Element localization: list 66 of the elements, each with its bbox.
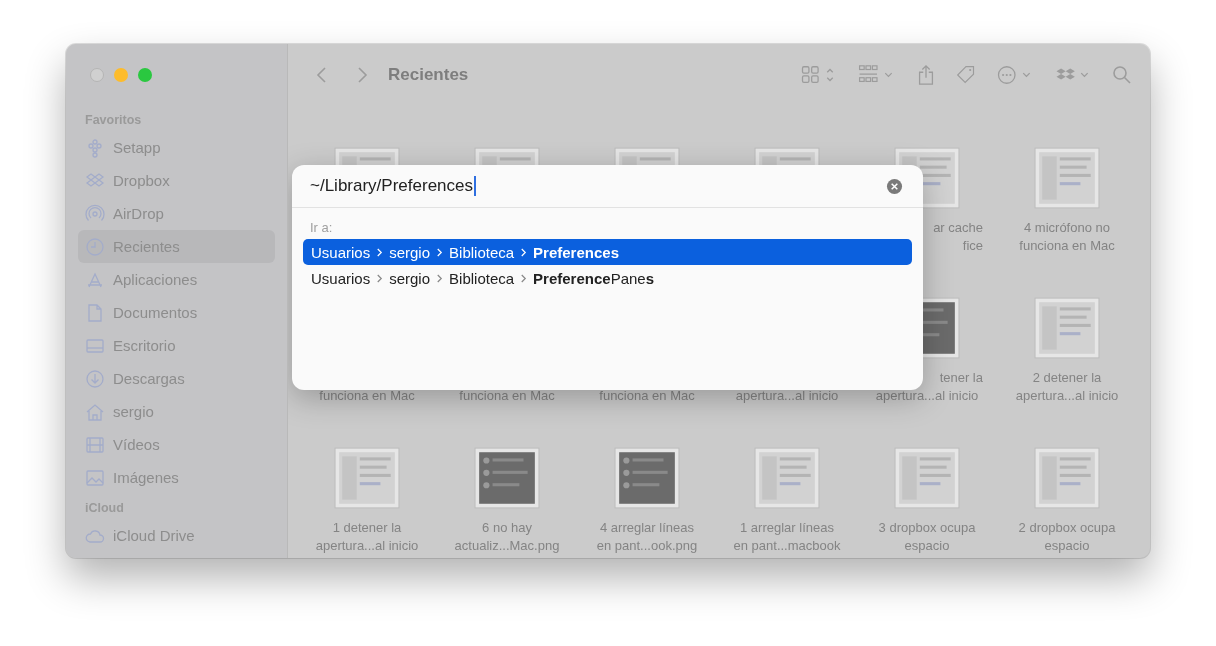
file-name: funciona en Mac (459, 387, 555, 405)
chevron-icon (436, 246, 444, 258)
file-name: funciona en Mac (599, 387, 695, 405)
file-thumbnail-icon[interactable] (1034, 147, 1100, 209)
file-name: funciona en Mac (1019, 237, 1115, 255)
file-name: funciona en Mac (319, 387, 415, 405)
file-thumbnail-icon[interactable] (614, 447, 680, 509)
file-name: apertura...al inicio (875, 387, 979, 405)
chevron-icon (436, 272, 444, 284)
file-name: espacio (904, 537, 950, 555)
file-name: en pant...ook.png (596, 537, 698, 555)
chevron-icon (520, 272, 528, 284)
tag-icon[interactable] (956, 64, 976, 86)
file-name: tener la (939, 369, 983, 387)
file-thumbnail-icon[interactable] (894, 447, 960, 509)
sidebar-item[interactable]: sergio (78, 395, 275, 428)
window-title: Recientes (388, 65, 469, 85)
file-name: apertura...al inicio (1015, 387, 1119, 405)
close-button[interactable] (90, 68, 104, 82)
path-suggestion[interactable]: Usuarios sergio Biblioteca Preferences (303, 239, 912, 265)
share-icon[interactable] (916, 64, 936, 86)
sidebar-item[interactable]: Setapp (78, 131, 275, 164)
file-name: 1 arreglar líneas (740, 519, 834, 537)
download-icon (85, 368, 105, 389)
sidebar-item[interactable]: Dropbox (78, 164, 275, 197)
clear-icon[interactable] (886, 177, 903, 195)
sidebar-item[interactable]: Documentos (78, 296, 275, 329)
file-name: en pant...macbook (733, 537, 841, 555)
file-name: 2 detener la (1032, 369, 1102, 387)
path-suggestion[interactable]: Usuarios sergio Biblioteca PreferencePanes (303, 265, 912, 291)
image-icon (85, 467, 105, 488)
chevron-icon (520, 246, 528, 258)
file-name: 4 micrófono no (1024, 219, 1110, 237)
sidebar-item[interactable]: iCloud Drive (78, 519, 275, 552)
file-thumbnail-icon[interactable] (1034, 297, 1100, 359)
setapp-icon (85, 137, 105, 158)
file-name: 3 dropbox ocupa (878, 519, 976, 537)
file-name: 1 detener la (332, 519, 402, 537)
file-name: fice (962, 237, 983, 255)
file-name: 6 no hay (482, 519, 532, 537)
file-thumbnail-icon[interactable] (1034, 447, 1100, 509)
chevron-icon (376, 272, 384, 284)
sidebar-item[interactable]: Aplicaciones (78, 263, 275, 296)
section-label: Ir a: (309, 219, 334, 237)
sidebar-item[interactable]: Descargas (78, 362, 275, 395)
file-thumbnail-icon[interactable] (754, 447, 820, 509)
file-name: apertura...al inicio (735, 387, 839, 405)
sidebar-item[interactable]: Vídeos (78, 428, 275, 461)
sidebar-item[interactable]: Imágenes (78, 461, 275, 494)
search-icon[interactable] (1112, 64, 1132, 86)
file-thumbnail-icon[interactable] (334, 447, 400, 509)
file-name: actualiz...Mac.png (454, 537, 560, 555)
file-name: 4 arreglar líneas (600, 519, 694, 537)
file-name: ar cache (933, 219, 983, 237)
film-icon (85, 434, 105, 455)
file-thumbnail-icon[interactable] (474, 447, 540, 509)
minimize-button[interactable] (114, 68, 128, 82)
file-name: 2 dropbox ocupa (1018, 519, 1116, 537)
sidebar-item[interactable]: AirDrop (78, 197, 275, 230)
sidebar-item[interactable]: Escritorio (78, 329, 275, 362)
path-input-field[interactable]: ~/Library/Preferences (310, 176, 886, 196)
file-name: apertura...al inicio (315, 537, 419, 555)
doc-icon (85, 302, 105, 323)
chevron-icon (376, 246, 384, 258)
file-name: espacio (1044, 537, 1090, 555)
zoom-button[interactable] (138, 68, 152, 82)
